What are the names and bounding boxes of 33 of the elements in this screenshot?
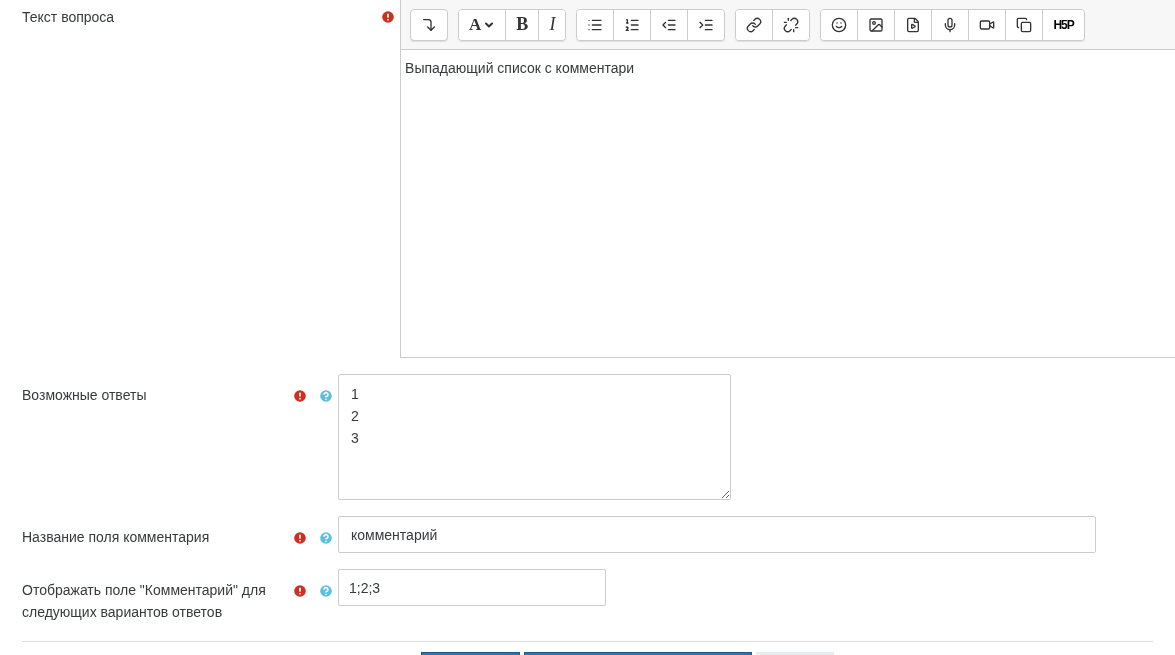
- link-icon: [746, 16, 763, 33]
- image-icon: [868, 16, 885, 33]
- answers-textarea[interactable]: 1 2 3: [338, 374, 731, 500]
- field-label: Отображать поле "Комментарий" для следующих вариантов ответов: [22, 582, 266, 620]
- outdent-button[interactable]: [651, 9, 689, 40]
- copy-icon: [1016, 16, 1033, 33]
- image-button[interactable]: [858, 9, 896, 40]
- unlink-button[interactable]: [773, 9, 810, 40]
- arrow-down-icon: [421, 16, 438, 33]
- unlink-icon: [783, 16, 800, 33]
- link-button[interactable]: [736, 9, 774, 40]
- italic-button[interactable]: I: [539, 9, 566, 40]
- smiley-icon: [831, 16, 848, 33]
- bullet-list-button[interactable]: [577, 9, 615, 40]
- media-button[interactable]: [895, 9, 933, 40]
- video-record-button[interactable]: [969, 9, 1007, 40]
- answer-variants-field[interactable]: 1;2;3: [338, 569, 606, 606]
- video-file-icon: [905, 16, 922, 33]
- field-label: Текст вопроса: [22, 9, 115, 25]
- comment-name-field[interactable]: комментарий: [338, 516, 1096, 553]
- bold-button[interactable]: B: [506, 9, 540, 40]
- h5p-button[interactable]: H5P: [1043, 9, 1084, 40]
- collapse-button[interactable]: [410, 8, 449, 41]
- font-style-button[interactable]: A: [459, 9, 507, 40]
- copy-button[interactable]: [1006, 9, 1044, 40]
- numbered-list-icon: [624, 16, 641, 33]
- field-label: Название поля комментария: [22, 529, 210, 545]
- editor-text[interactable]: Выпадающий список с комментари: [405, 60, 635, 76]
- field-label: Возможные ответы: [22, 387, 147, 403]
- numbered-list-button[interactable]: [614, 9, 652, 40]
- indent-button[interactable]: [688, 9, 725, 40]
- emoji-button[interactable]: [821, 9, 859, 40]
- audio-record-button[interactable]: [932, 9, 970, 40]
